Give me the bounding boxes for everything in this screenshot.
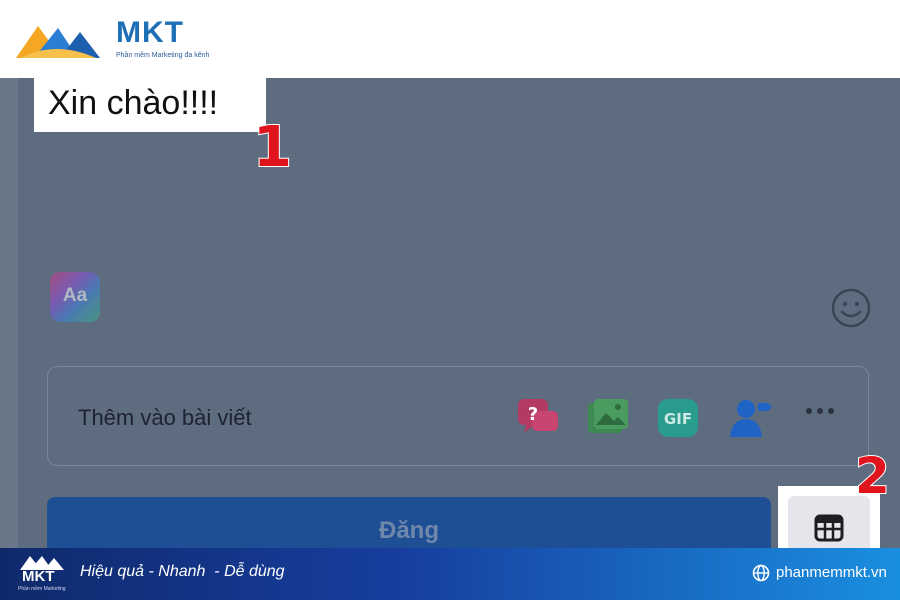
calendar-icon [814,514,844,542]
mkt-logo: MKT Phần mềm Marketing đa kênh [16,14,226,66]
add-to-post-panel: Thêm vào bài viết ? GIF [47,366,869,466]
brand-tagline: Phần mềm Marketing đa kênh [116,52,210,59]
footer-banner: MKT Phần mềm Marketing Hiệu quả - Nhanh … [0,548,900,600]
composer-overlay [0,78,900,548]
text-style-label: Aa [62,285,88,306]
more-icon[interactable] [804,401,836,426]
schedule-button[interactable] [788,496,870,556]
footer-slogan: Hiệu quả - Nhanh - Dễ dùng [80,563,285,580]
callout-number-1: 1 [252,115,293,180]
mkt-logo-mark-icon [16,26,100,58]
gif-icon[interactable]: GIF [656,397,700,444]
footer-logo: MKT Phần mềm Marketing [14,554,70,596]
svg-text:GIF: GIF [664,410,692,428]
svg-text:?: ? [528,404,538,425]
smiley-icon[interactable] [830,287,872,334]
photo-icon[interactable] [586,397,630,444]
qa-icon[interactable]: ? [516,397,560,444]
text-style-button[interactable]: Aa [50,272,100,322]
footer-logo-text: MKT [22,568,55,585]
brand-name: MKT [116,16,184,49]
footer-logo-tag: Phần mềm Marketing [18,586,66,592]
post-text-highlight[interactable]: Xin chào!!!! [34,78,266,132]
globe-icon [752,564,770,582]
callout-number-2: 2 [854,447,891,505]
composer-edge [0,78,18,548]
add-to-post-label: Thêm vào bài viết [78,405,252,430]
tag-people-icon[interactable] [728,397,774,444]
post-text: Xin chào!!!! [48,84,219,122]
post-button-label: Đăng [379,517,439,544]
brand-header: MKT Phần mềm Marketing đa kênh [0,0,900,78]
footer-website[interactable]: phanmemmkt.vn [776,564,887,581]
